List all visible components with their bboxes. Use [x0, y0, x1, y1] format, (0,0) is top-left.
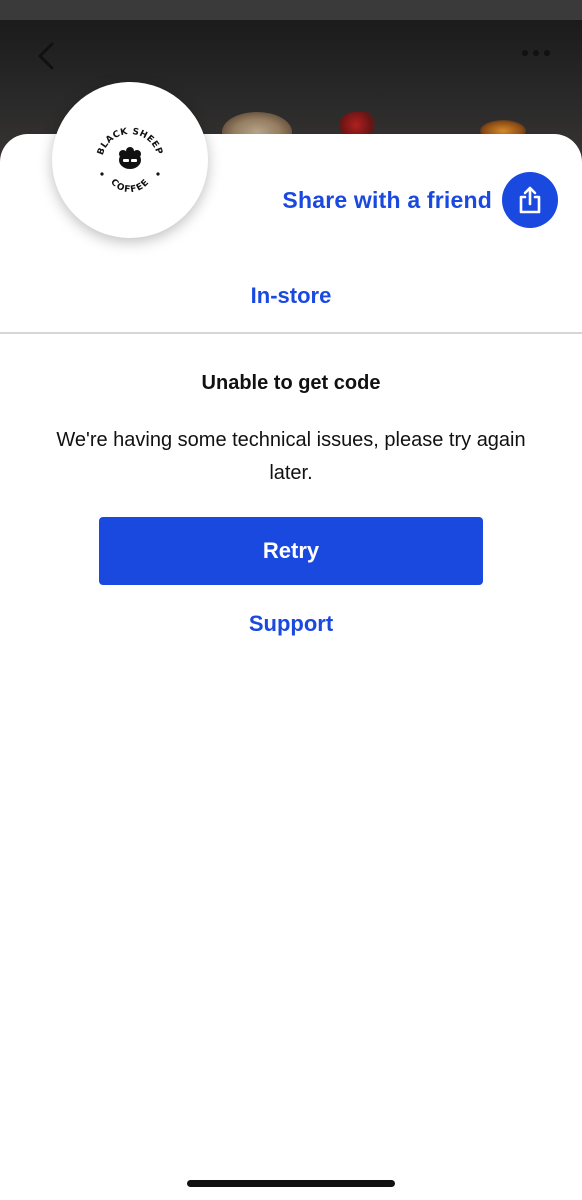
- status-bar: [0, 0, 582, 20]
- share-with-friend-button[interactable]: Share with a friend: [282, 172, 558, 228]
- retry-button[interactable]: Retry: [99, 517, 483, 585]
- back-button[interactable]: [28, 38, 64, 74]
- merchant-screen: BLACK SHEEP COFFEE Share with a friend I…: [0, 0, 582, 1200]
- brand-logo: BLACK SHEEP COFFEE: [52, 82, 208, 238]
- support-link[interactable]: Support: [0, 606, 582, 642]
- share-label[interactable]: Share with a friend: [282, 187, 492, 214]
- tab-in-store[interactable]: In-store: [0, 276, 582, 316]
- svg-text:COFFEE: COFFEE: [108, 177, 151, 195]
- tab-divider: [0, 332, 582, 334]
- home-indicator: [187, 1180, 395, 1187]
- black-sheep-coffee-logo: BLACK SHEEP COFFEE: [96, 127, 164, 195]
- more-options-button[interactable]: [516, 38, 556, 68]
- more-horizontal-icon: [522, 50, 550, 56]
- chevron-left-icon: [38, 42, 54, 70]
- error-title: Unable to get code: [201, 372, 381, 394]
- share-icon[interactable]: [502, 172, 558, 228]
- error-message: We're having some technical issues, plea…: [56, 429, 526, 484]
